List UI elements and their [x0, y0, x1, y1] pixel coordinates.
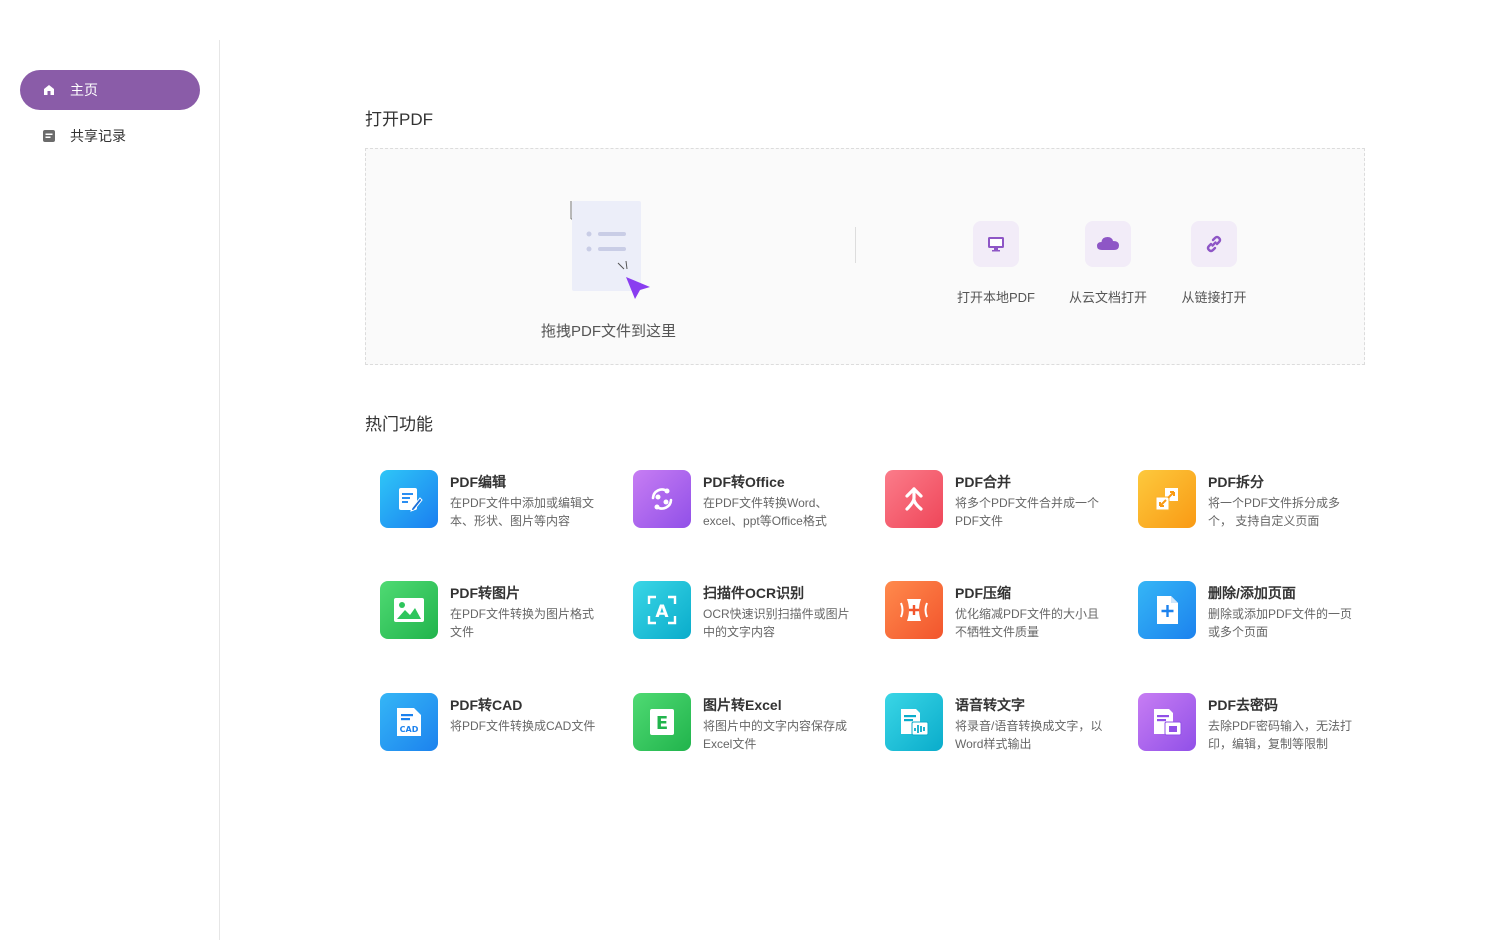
sidebar-divider [219, 40, 220, 940]
cad-badge-text: CAD [400, 725, 419, 734]
ocr-scan-icon: A [633, 581, 691, 639]
feature-title: PDF合并 [955, 474, 1011, 490]
feature-pdf-merge[interactable]: PDF合并 将多个PDF文件合并成一个PDF文件 [870, 470, 1110, 540]
feature-delete-add-page[interactable]: 删除/添加页面 删除或添加PDF文件的一页或多个页面 [1123, 581, 1363, 651]
feature-pdf-to-image[interactable]: PDF转图片 在PDF文件转换为图片格式文件 [365, 581, 605, 651]
divider [855, 227, 856, 263]
feature-title: PDF转图片 [450, 585, 520, 601]
sidebar-item-home[interactable]: 主页 [20, 70, 200, 110]
open-local-pdf-label: 打开本地PDF [956, 290, 1035, 305]
open-from-link-label: 从链接打开 [1181, 290, 1247, 305]
cloud-icon [1085, 221, 1131, 267]
feature-description: 将一个PDF文件拆分成多个， 支持自定义页面 [1208, 496, 1341, 528]
feature-description: OCR快速识别扫描件或图片中的文字内容 [703, 607, 850, 639]
feature-description: 将录音/语音转换成文字，以Word样式输出 [955, 719, 1103, 751]
feature-description: 在PDF文件转换为图片格式文件 [450, 607, 595, 639]
feature-description: 删除或添加PDF文件的一页或多个页面 [1208, 607, 1353, 639]
merge-icon [885, 470, 943, 528]
feature-title: PDF编辑 [450, 474, 506, 490]
speech-to-text-icon [885, 693, 943, 751]
sidebar: 主页 共享记录 [0, 0, 220, 940]
feature-pdf-to-cad[interactable]: CAD PDF转CAD 将PDF文件转换成CAD文件 [365, 693, 605, 763]
open-from-link-button[interactable]: 从链接打开 [1159, 221, 1269, 306]
feature-title: PDF转CAD [450, 697, 523, 713]
unlock-icon [1138, 693, 1196, 751]
feature-pdf-edit[interactable]: PDF编辑 在PDF文件中添加或编辑文本、形状、图片等内容 [365, 470, 605, 540]
document-icon [42, 129, 56, 143]
sidebar-item-share-history[interactable]: 共享记录 [20, 116, 200, 156]
excel-icon: E [633, 693, 691, 751]
feature-title: PDF转Office [703, 474, 785, 490]
split-icon [1138, 470, 1196, 528]
convert-icon [633, 470, 691, 528]
drop-file-illustration-icon [566, 199, 656, 299]
feature-title: PDF压缩 [955, 585, 1011, 601]
feature-title: PDF去密码 [1208, 697, 1278, 713]
home-icon [42, 83, 56, 97]
link-icon [1191, 221, 1237, 267]
edit-document-icon [380, 470, 438, 528]
feature-title: 删除/添加页面 [1208, 585, 1296, 601]
feature-title: PDF拆分 [1208, 474, 1264, 490]
feature-pdf-remove-password[interactable]: PDF去密码 去除PDF密码输入，无法打印，编辑，复制等限制 [1123, 693, 1363, 763]
feature-description: 将PDF文件转换成CAD文件 [450, 719, 596, 733]
ocr-letter: A [655, 602, 669, 622]
hot-features-title: 热门功能 [365, 415, 433, 434]
sidebar-item-label: 主页 [70, 82, 98, 98]
feature-title: 语音转文字 [955, 697, 1025, 713]
monitor-icon [973, 221, 1019, 267]
image-icon [380, 581, 438, 639]
open-cloud-doc-label: 从云文档打开 [1068, 290, 1147, 305]
feature-description: 在PDF文件转换Word、excel、ppt等Office格式 [703, 496, 828, 528]
excel-letter: E [656, 713, 668, 734]
open-cloud-doc-button[interactable]: 从云文档打开 [1053, 221, 1163, 306]
sidebar-item-label: 共享记录 [70, 128, 126, 144]
app-window: 主页 共享记录 打开PDF 拖拽PDF文件到这里 打开本地PDF 从云文档打开 … [0, 0, 1510, 940]
feature-description: 将多个PDF文件合并成一个PDF文件 [955, 496, 1100, 528]
feature-description: 在PDF文件中添加或编辑文本、形状、图片等内容 [450, 496, 595, 528]
feature-ocr-scan[interactable]: A 扫描件OCR识别 OCR快速识别扫描件或图片中的文字内容 [618, 581, 858, 651]
add-page-icon [1138, 581, 1196, 639]
drop-hint-text: 拖拽PDF文件到这里 [541, 323, 677, 340]
feature-pdf-compress[interactable]: PDF压缩 优化缩减PDF文件的大小且不牺牲文件质量 [870, 581, 1110, 651]
feature-title: 图片转Excel [703, 697, 782, 713]
feature-description: 去除PDF密码输入，无法打印，编辑，复制等限制 [1208, 719, 1353, 751]
feature-description: 优化缩减PDF文件的大小且不牺牲文件质量 [955, 607, 1100, 639]
feature-pdf-split[interactable]: PDF拆分 将一个PDF文件拆分成多个， 支持自定义页面 [1123, 470, 1363, 540]
cad-file-icon: CAD [380, 693, 438, 751]
open-local-pdf-button[interactable]: 打开本地PDF [941, 221, 1051, 306]
feature-title: 扫描件OCR识别 [703, 585, 805, 601]
open-pdf-title: 打开PDF [365, 110, 433, 129]
drop-zone[interactable]: 拖拽PDF文件到这里 打开本地PDF 从云文档打开 从链接打开 [365, 148, 1365, 365]
feature-pdf-to-office[interactable]: PDF转Office 在PDF文件转换Word、excel、ppt等Office… [618, 470, 858, 540]
compress-icon [885, 581, 943, 639]
feature-speech-to-text[interactable]: 语音转文字 将录音/语音转换成文字，以Word样式输出 [870, 693, 1110, 763]
feature-image-to-excel[interactable]: E 图片转Excel 将图片中的文字内容保存成Excel文件 [618, 693, 858, 763]
feature-description: 将图片中的文字内容保存成Excel文件 [703, 719, 848, 751]
